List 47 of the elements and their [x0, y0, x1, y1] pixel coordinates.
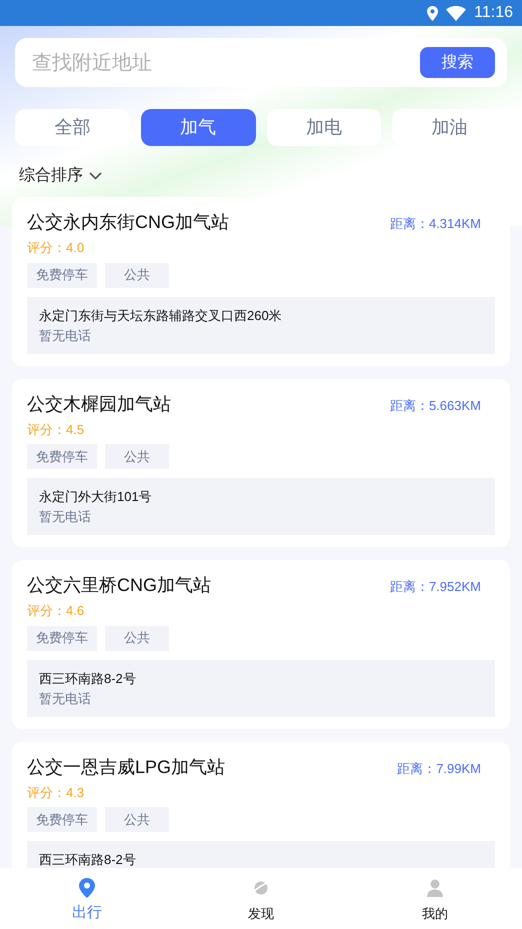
distance: 距离：7.99KM	[397, 760, 481, 778]
rating: 评分：4.5	[27, 420, 84, 438]
tag: 免费停车	[27, 444, 97, 469]
nav-tab[interactable]: 发现	[174, 868, 348, 929]
planet-icon	[252, 879, 270, 897]
tag: 免费停车	[27, 262, 97, 288]
tag: 公共	[105, 626, 169, 650]
address: 西三环南路8-2号	[39, 670, 136, 688]
rating: 评分：4.3	[27, 784, 84, 802]
station-card[interactable]: 公交一恩吉威LPG加气站 距离：7.99KM 评分：4.3 免费停车 公共 西三环南路8-2号	[12, 742, 510, 868]
station-name: 公交木樨园加气站	[27, 392, 171, 416]
filter-tab[interactable]: 全部	[15, 109, 130, 146]
wifi-icon	[446, 6, 466, 20]
station-name: 公交永内东街CNG加气站	[27, 211, 229, 234]
nav-tab[interactable]: 我的	[348, 868, 522, 929]
phone: 暂无电话	[39, 326, 91, 344]
nav-tab[interactable]: 出行	[0, 868, 174, 929]
phone: 暂无电话	[39, 508, 91, 526]
phone: 暂无电话	[39, 690, 91, 708]
location-pin-icon	[79, 878, 95, 898]
tag: 公共	[105, 262, 169, 288]
distance: 距离：5.663KM	[390, 396, 481, 414]
rating: 评分：4.0	[27, 239, 84, 257]
tag: 公共	[105, 444, 169, 469]
station-card[interactable]: 公交六里桥CNG加气站 距离：7.952KM 评分：4.6 免费停车 公共 西三环南路8-2号 暂无电话	[12, 560, 510, 728]
search-button[interactable]: 搜索	[420, 47, 495, 78]
search-field[interactable]: 查找附近地址 搜索	[15, 38, 507, 87]
station-name: 公交六里桥CNG加气站	[27, 574, 211, 597]
distance: 距离：4.314KM	[390, 215, 481, 233]
station-card[interactable]: 公交永内东街CNG加气站 距离：4.314KM 评分：4.0 免费停车 公共 永定门东街与天坛东路辅路交叉口西260米 暂无电话	[12, 197, 510, 366]
tag: 免费停车	[27, 807, 97, 832]
person-icon	[427, 879, 443, 897]
station-card[interactable]: 公交木樨园加气站 距离：5.663KM 评分：4.5 免费停车 公共 永定门外大街101号 暂无电话	[12, 378, 510, 547]
sort-dropdown[interactable]: 综合排序	[19, 164, 83, 188]
clock: 11:16	[474, 3, 513, 23]
address: 西三环南路8-2号	[39, 851, 136, 868]
address: 永定门东街与天坛东路辅路交叉口西260米	[39, 306, 282, 324]
address: 永定门外大街101号	[39, 488, 152, 506]
chevron-down-icon[interactable]	[89, 172, 102, 180]
distance: 距离：7.952KM	[390, 578, 481, 596]
tag: 公共	[105, 807, 169, 832]
rating: 评分：4.6	[27, 602, 84, 620]
station-name: 公交一恩吉威LPG加气站	[27, 756, 226, 778]
filter-tab[interactable]: 加气	[140, 109, 256, 146]
location-icon	[427, 6, 438, 20]
filter-tab[interactable]: 加电	[266, 109, 382, 146]
tag: 免费停车	[27, 626, 97, 650]
